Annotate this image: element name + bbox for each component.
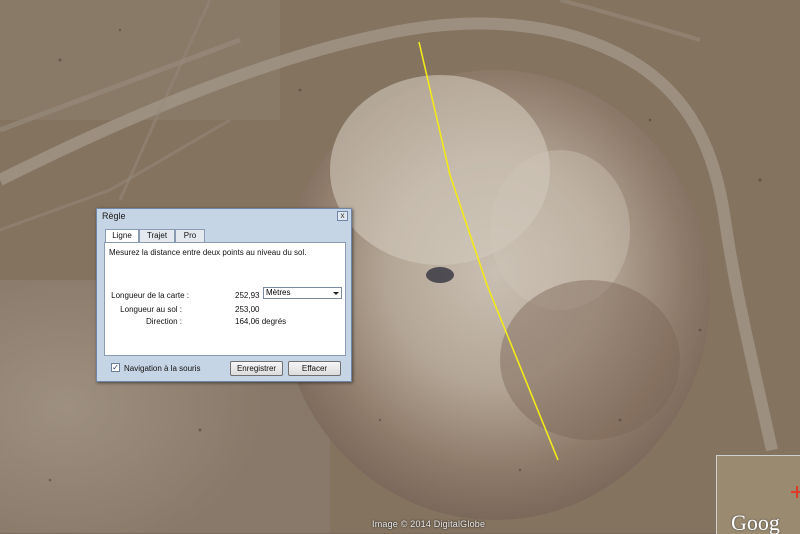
tab-line[interactable]: Ligne [105, 229, 139, 243]
clear-button[interactable]: Effacer [288, 361, 341, 376]
checkmark-icon: ✓ [112, 363, 119, 372]
google-logo: Goog [731, 510, 780, 534]
map-length-value: 252,93 [235, 291, 260, 300]
crosshair-icon [791, 486, 800, 498]
dialog-title: Règle [102, 211, 126, 221]
mouse-navigation-label: Navigation à la souris [124, 364, 201, 373]
close-button[interactable]: x [337, 211, 348, 221]
tab-pro[interactable]: Pro [175, 229, 205, 242]
unit-select-value: Mètres [266, 288, 291, 297]
dark-spot [426, 267, 454, 283]
map-length-label: Longueur de la carte : [111, 291, 189, 300]
chevron-down-icon [333, 292, 339, 295]
mouse-navigation-checkbox[interactable]: ✓ [111, 363, 120, 372]
dialog-titlebar[interactable]: Règle x [97, 209, 351, 224]
close-icon: x [340, 211, 345, 220]
imagery-credit: Image © 2014 DigitalGlobe [372, 519, 486, 529]
direction-label: Direction : [145, 317, 182, 326]
ruler-dialog: Règle x Ligne Trajet Pro Mesurez la dist… [96, 208, 352, 382]
unit-select[interactable]: Mètres [263, 287, 342, 299]
line-panel: Mesurez la distance entre deux points au… [104, 242, 346, 356]
ground-length-value: 253,00 [235, 305, 260, 314]
overview-map[interactable]: Goog [716, 455, 800, 534]
ground-length-label: Longueur au sol : [120, 305, 182, 314]
direction-value: 164,06 degrés [235, 317, 287, 326]
save-button[interactable]: Enregistrer [230, 361, 283, 376]
description-text: Mesurez la distance entre deux points au… [109, 248, 307, 257]
tab-path[interactable]: Trajet [139, 229, 175, 242]
